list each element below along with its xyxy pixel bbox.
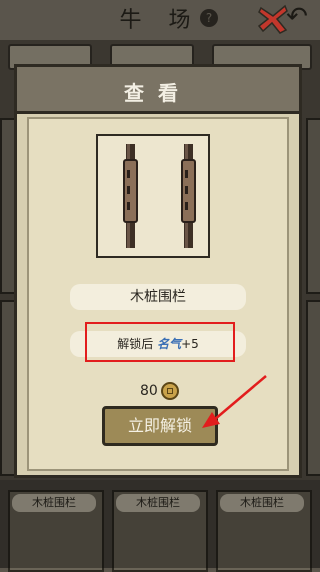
dialog-title: 查看 [124,81,192,105]
price-value: 80 [140,383,158,399]
close-x-icon[interactable] [256,2,290,36]
price-row: 80 [140,380,210,402]
unlock-now-button[interactable]: 立即解锁 [102,406,218,446]
dialog-header: 查看 [17,67,299,114]
fence-illustration [123,144,196,248]
item-name-label: 木桩围栏 [70,284,246,310]
wooden-fence-posts-image [96,134,210,258]
highlight-box [85,322,235,362]
coin-icon [160,382,179,400]
